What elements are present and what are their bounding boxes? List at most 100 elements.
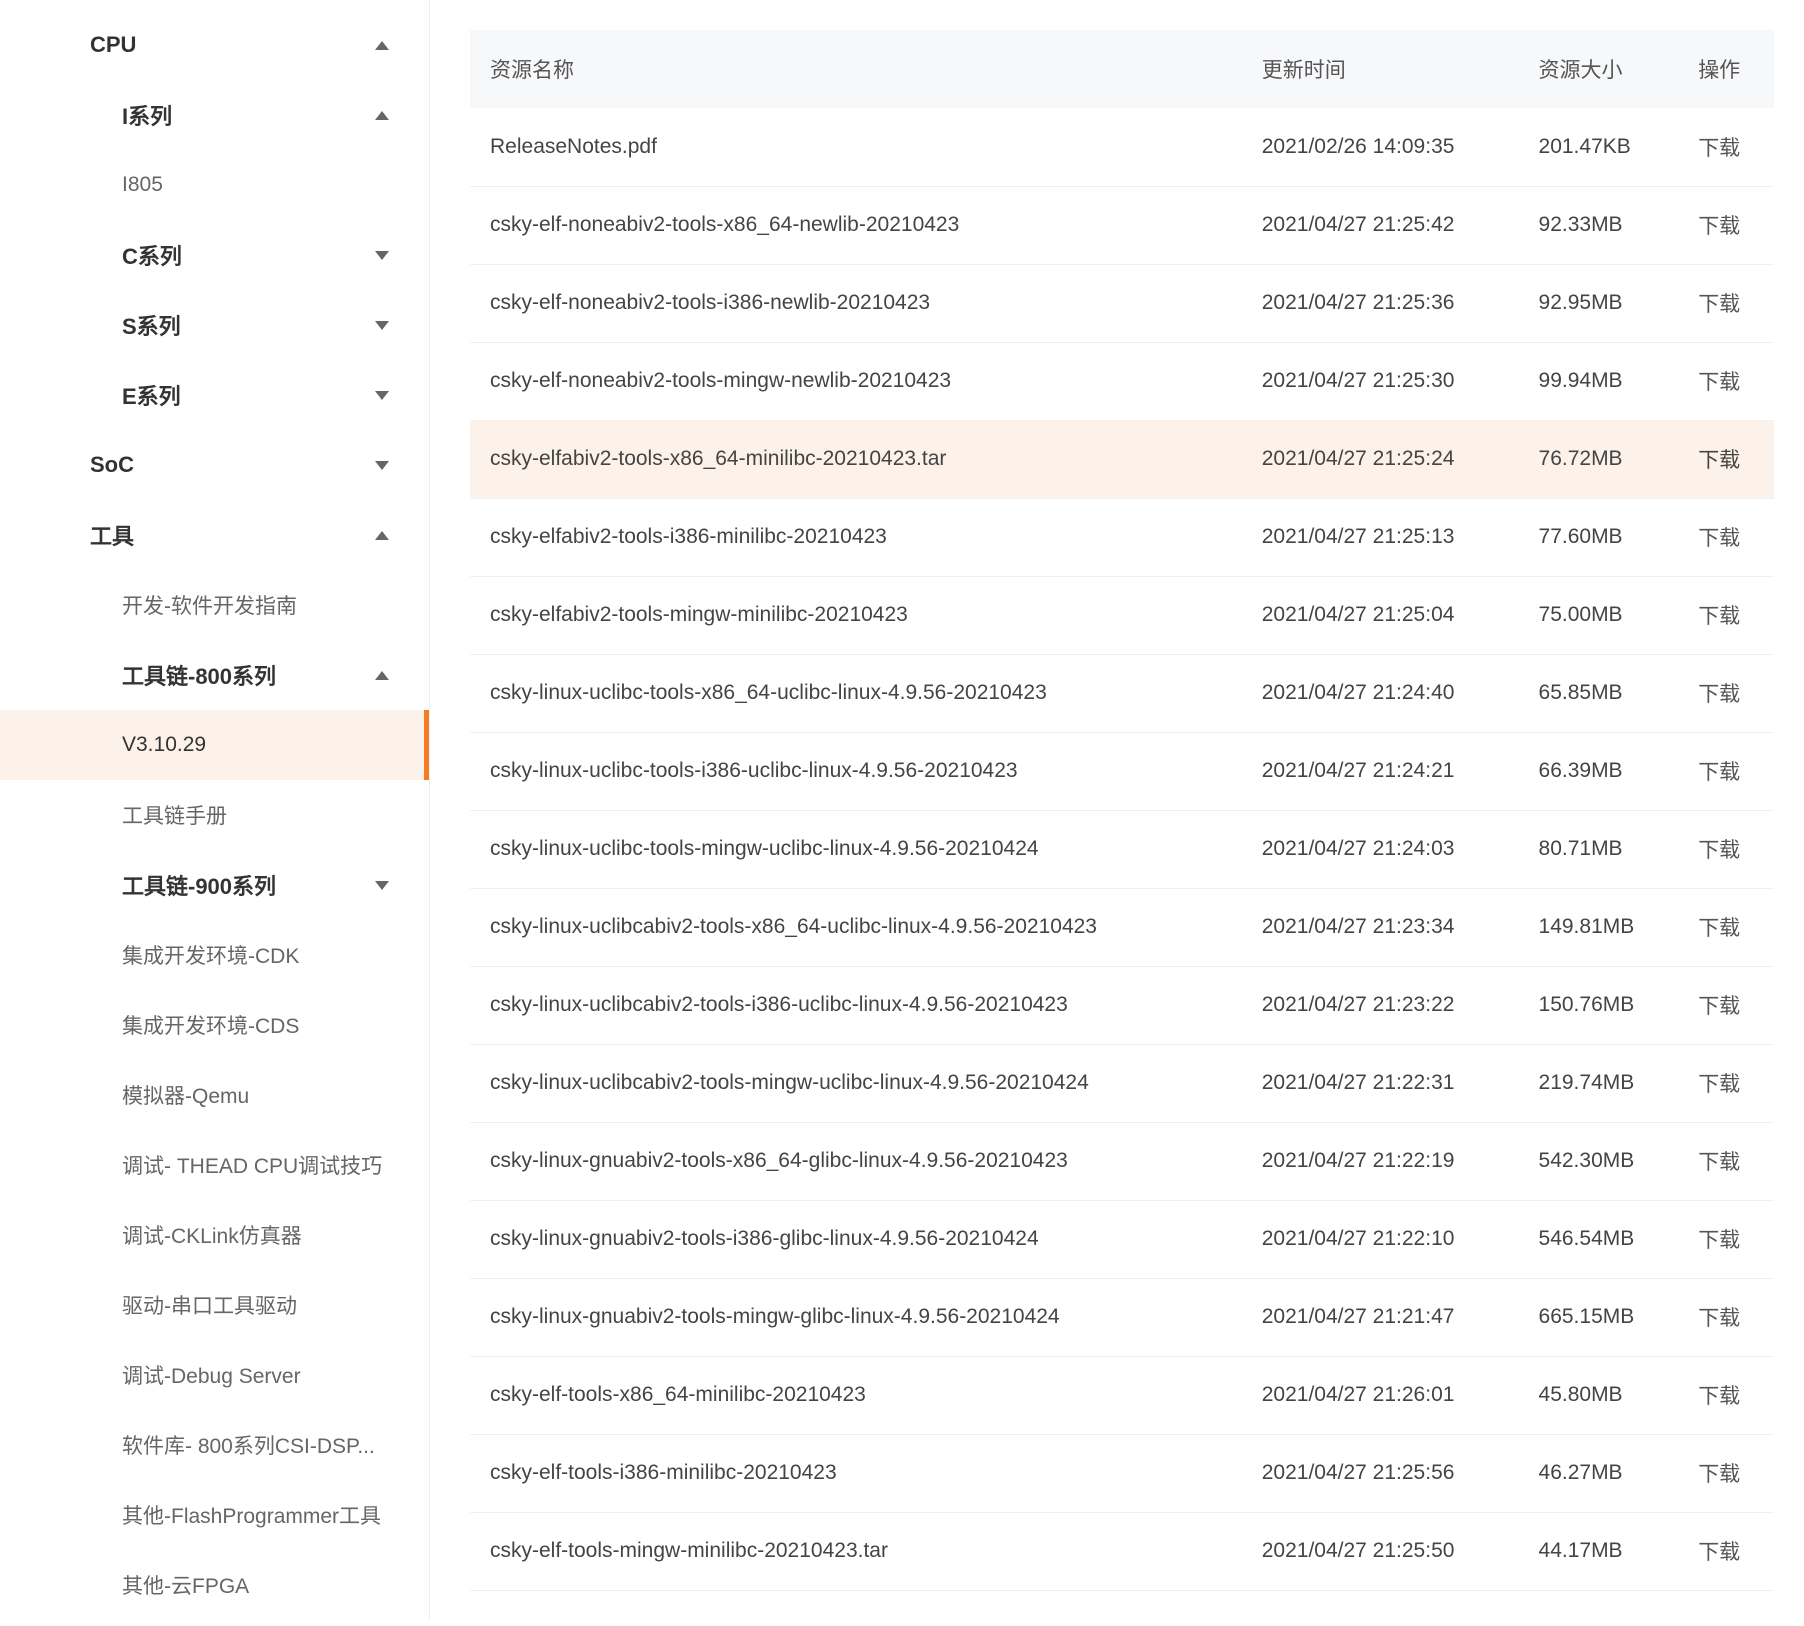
sidebar-item-soc[interactable]: SoC: [0, 430, 429, 500]
sidebar-item-dbg-server[interactable]: 调试-Debug Server: [0, 1340, 429, 1410]
table-row: csky-linux-uclibc-tools-mingw-uclibc-lin…: [470, 810, 1774, 888]
download-link[interactable]: 下载: [1698, 1229, 1740, 1252]
sidebar-label: 工具链-900系列: [122, 869, 375, 901]
cell-operation: 下载: [1678, 732, 1774, 810]
download-link[interactable]: 下载: [1698, 761, 1740, 784]
download-link[interactable]: 下载: [1698, 1151, 1740, 1174]
cell-resource-size: 77.60MB: [1519, 498, 1679, 576]
cell-resource-name: csky-linux-uclibc-tools-mingw-uclibc-lin…: [470, 810, 1242, 888]
cell-update-time: 2021/04/27 21:25:13: [1242, 498, 1519, 576]
cell-resource-name: csky-linux-gnuabiv2-tools-x86_64-glibc-l…: [470, 1122, 1242, 1200]
cell-operation: 下载: [1678, 1200, 1774, 1278]
sidebar-item-i805[interactable]: I805: [0, 150, 429, 220]
sidebar-item-s-series[interactable]: S系列: [0, 290, 429, 360]
sidebar-item-dev-guide[interactable]: 开发-软件开发指南: [0, 570, 429, 640]
sidebar-label: 集成开发环境-CDK: [122, 940, 299, 970]
sidebar-label: E系列: [122, 379, 375, 411]
cell-operation: 下载: [1678, 1356, 1774, 1434]
sidebar-label: 模拟器-Qemu: [122, 1080, 249, 1110]
cell-update-time: 2021/04/27 21:22:19: [1242, 1122, 1519, 1200]
download-link[interactable]: 下载: [1698, 449, 1740, 472]
cell-resource-name: csky-elf-tools-x86_64-minilibc-20210423: [470, 1356, 1242, 1434]
sidebar-item-toolchain-900[interactable]: 工具链-900系列: [0, 850, 429, 920]
download-link[interactable]: 下载: [1698, 215, 1740, 238]
table-row: csky-elf-tools-mingw-minilibc-20210423.t…: [470, 1512, 1774, 1590]
cell-operation: 下载: [1678, 1122, 1774, 1200]
table-row: csky-elfabiv2-tools-i386-minilibc-202104…: [470, 498, 1774, 576]
download-link[interactable]: 下载: [1698, 1307, 1740, 1330]
chevron-up-icon: [375, 531, 389, 540]
table-row: csky-linux-gnuabiv2-tools-i386-glibc-lin…: [470, 1200, 1774, 1278]
cell-resource-name: csky-elf-noneabiv2-tools-mingw-newlib-20…: [470, 342, 1242, 420]
chevron-up-icon: [375, 671, 389, 680]
cell-resource-name: csky-linux-uclibcabiv2-tools-mingw-uclib…: [470, 1044, 1242, 1122]
download-link[interactable]: 下载: [1698, 293, 1740, 316]
sidebar-item-e-series[interactable]: E系列: [0, 360, 429, 430]
download-link[interactable]: 下载: [1698, 605, 1740, 628]
cell-operation: 下载: [1678, 108, 1774, 186]
cell-resource-size: 92.95MB: [1519, 264, 1679, 342]
sidebar-item-cpu[interactable]: CPU: [0, 10, 429, 80]
cell-update-time: 2021/04/27 21:25:30: [1242, 342, 1519, 420]
chevron-down-icon: [375, 881, 389, 890]
cell-resource-name: csky-linux-uclibc-tools-i386-uclibc-linu…: [470, 732, 1242, 810]
sidebar-item-lib-csi[interactable]: 软件库- 800系列CSI-DSP...: [0, 1410, 429, 1480]
sidebar-item-sim-qemu[interactable]: 模拟器-Qemu: [0, 1060, 429, 1130]
download-link[interactable]: 下载: [1698, 371, 1740, 394]
sidebar-label: S系列: [122, 309, 375, 341]
cell-resource-name: csky-elf-noneabiv2-tools-i386-newlib-202…: [470, 264, 1242, 342]
sidebar-label: 工具: [90, 519, 375, 551]
sidebar-item-dbg-thead[interactable]: 调试- THEAD CPU调试技巧: [0, 1130, 429, 1200]
sidebar-item-v31029[interactable]: V3.10.29: [0, 710, 429, 780]
cell-resource-size: 665.15MB: [1519, 1278, 1679, 1356]
download-link[interactable]: 下载: [1698, 1073, 1740, 1096]
chevron-down-icon: [375, 391, 389, 400]
table-row: csky-linux-gnuabiv2-tools-x86_64-glibc-l…: [470, 1122, 1774, 1200]
cell-resource-name: csky-linux-gnuabiv2-tools-i386-glibc-lin…: [470, 1200, 1242, 1278]
cell-resource-name: ReleaseNotes.pdf: [470, 108, 1242, 186]
table-row: csky-linux-uclibcabiv2-tools-mingw-uclib…: [470, 1044, 1774, 1122]
chevron-up-icon: [375, 111, 389, 120]
cell-resource-size: 92.33MB: [1519, 186, 1679, 264]
resource-table: 资源名称 更新时间 资源大小 操作 ReleaseNotes.pdf2021/0…: [470, 30, 1774, 1591]
sidebar-item-ide-cds[interactable]: 集成开发环境-CDS: [0, 990, 429, 1060]
table-row: csky-linux-uclibc-tools-i386-uclibc-linu…: [470, 732, 1774, 810]
sidebar-item-other-flash[interactable]: 其他-FlashProgrammer工具: [0, 1480, 429, 1550]
download-link[interactable]: 下载: [1698, 995, 1740, 1018]
cell-operation: 下载: [1678, 810, 1774, 888]
sidebar-item-drv-serial[interactable]: 驱动-串口工具驱动: [0, 1270, 429, 1340]
sidebar-label: 调试- THEAD CPU调试技巧: [122, 1150, 382, 1180]
sidebar-item-c-series[interactable]: C系列: [0, 220, 429, 290]
download-link[interactable]: 下载: [1698, 1385, 1740, 1408]
sidebar-item-other-fpga[interactable]: 其他-云FPGA: [0, 1550, 429, 1620]
cell-resource-size: 542.30MB: [1519, 1122, 1679, 1200]
sidebar-item-ide-cdk[interactable]: 集成开发环境-CDK: [0, 920, 429, 990]
download-link[interactable]: 下载: [1698, 1541, 1740, 1564]
cell-resource-size: 219.74MB: [1519, 1044, 1679, 1122]
sidebar-item-dbg-cklink[interactable]: 调试-CKLink仿真器: [0, 1200, 429, 1270]
download-link[interactable]: 下载: [1698, 917, 1740, 940]
cell-update-time: 2021/04/27 21:22:31: [1242, 1044, 1519, 1122]
cell-operation: 下载: [1678, 1434, 1774, 1512]
cell-resource-size: 44.17MB: [1519, 1512, 1679, 1590]
cell-resource-name: csky-elfabiv2-tools-i386-minilibc-202104…: [470, 498, 1242, 576]
cell-resource-name: csky-elf-tools-i386-minilibc-20210423: [470, 1434, 1242, 1512]
cell-resource-size: 76.72MB: [1519, 420, 1679, 498]
table-row: csky-elf-tools-x86_64-minilibc-202104232…: [470, 1356, 1774, 1434]
download-link[interactable]: 下载: [1698, 527, 1740, 550]
sidebar-item-toolchain-manual[interactable]: 工具链手册: [0, 780, 429, 850]
sidebar-item-i-series[interactable]: I系列: [0, 80, 429, 150]
download-link[interactable]: 下载: [1698, 137, 1740, 160]
sidebar-item-toolchain-800[interactable]: 工具链-800系列: [0, 640, 429, 710]
download-link[interactable]: 下载: [1698, 683, 1740, 706]
chevron-down-icon: [375, 251, 389, 260]
cell-resource-size: 46.27MB: [1519, 1434, 1679, 1512]
cell-resource-name: csky-elfabiv2-tools-x86_64-minilibc-2021…: [470, 420, 1242, 498]
cell-resource-size: 150.76MB: [1519, 966, 1679, 1044]
sidebar-label: 其他-FlashProgrammer工具: [122, 1500, 381, 1530]
download-link[interactable]: 下载: [1698, 1463, 1740, 1486]
sidebar-item-tools[interactable]: 工具: [0, 500, 429, 570]
cell-resource-size: 65.85MB: [1519, 654, 1679, 732]
download-link[interactable]: 下载: [1698, 839, 1740, 862]
sidebar-label: 集成开发环境-CDS: [122, 1010, 299, 1040]
